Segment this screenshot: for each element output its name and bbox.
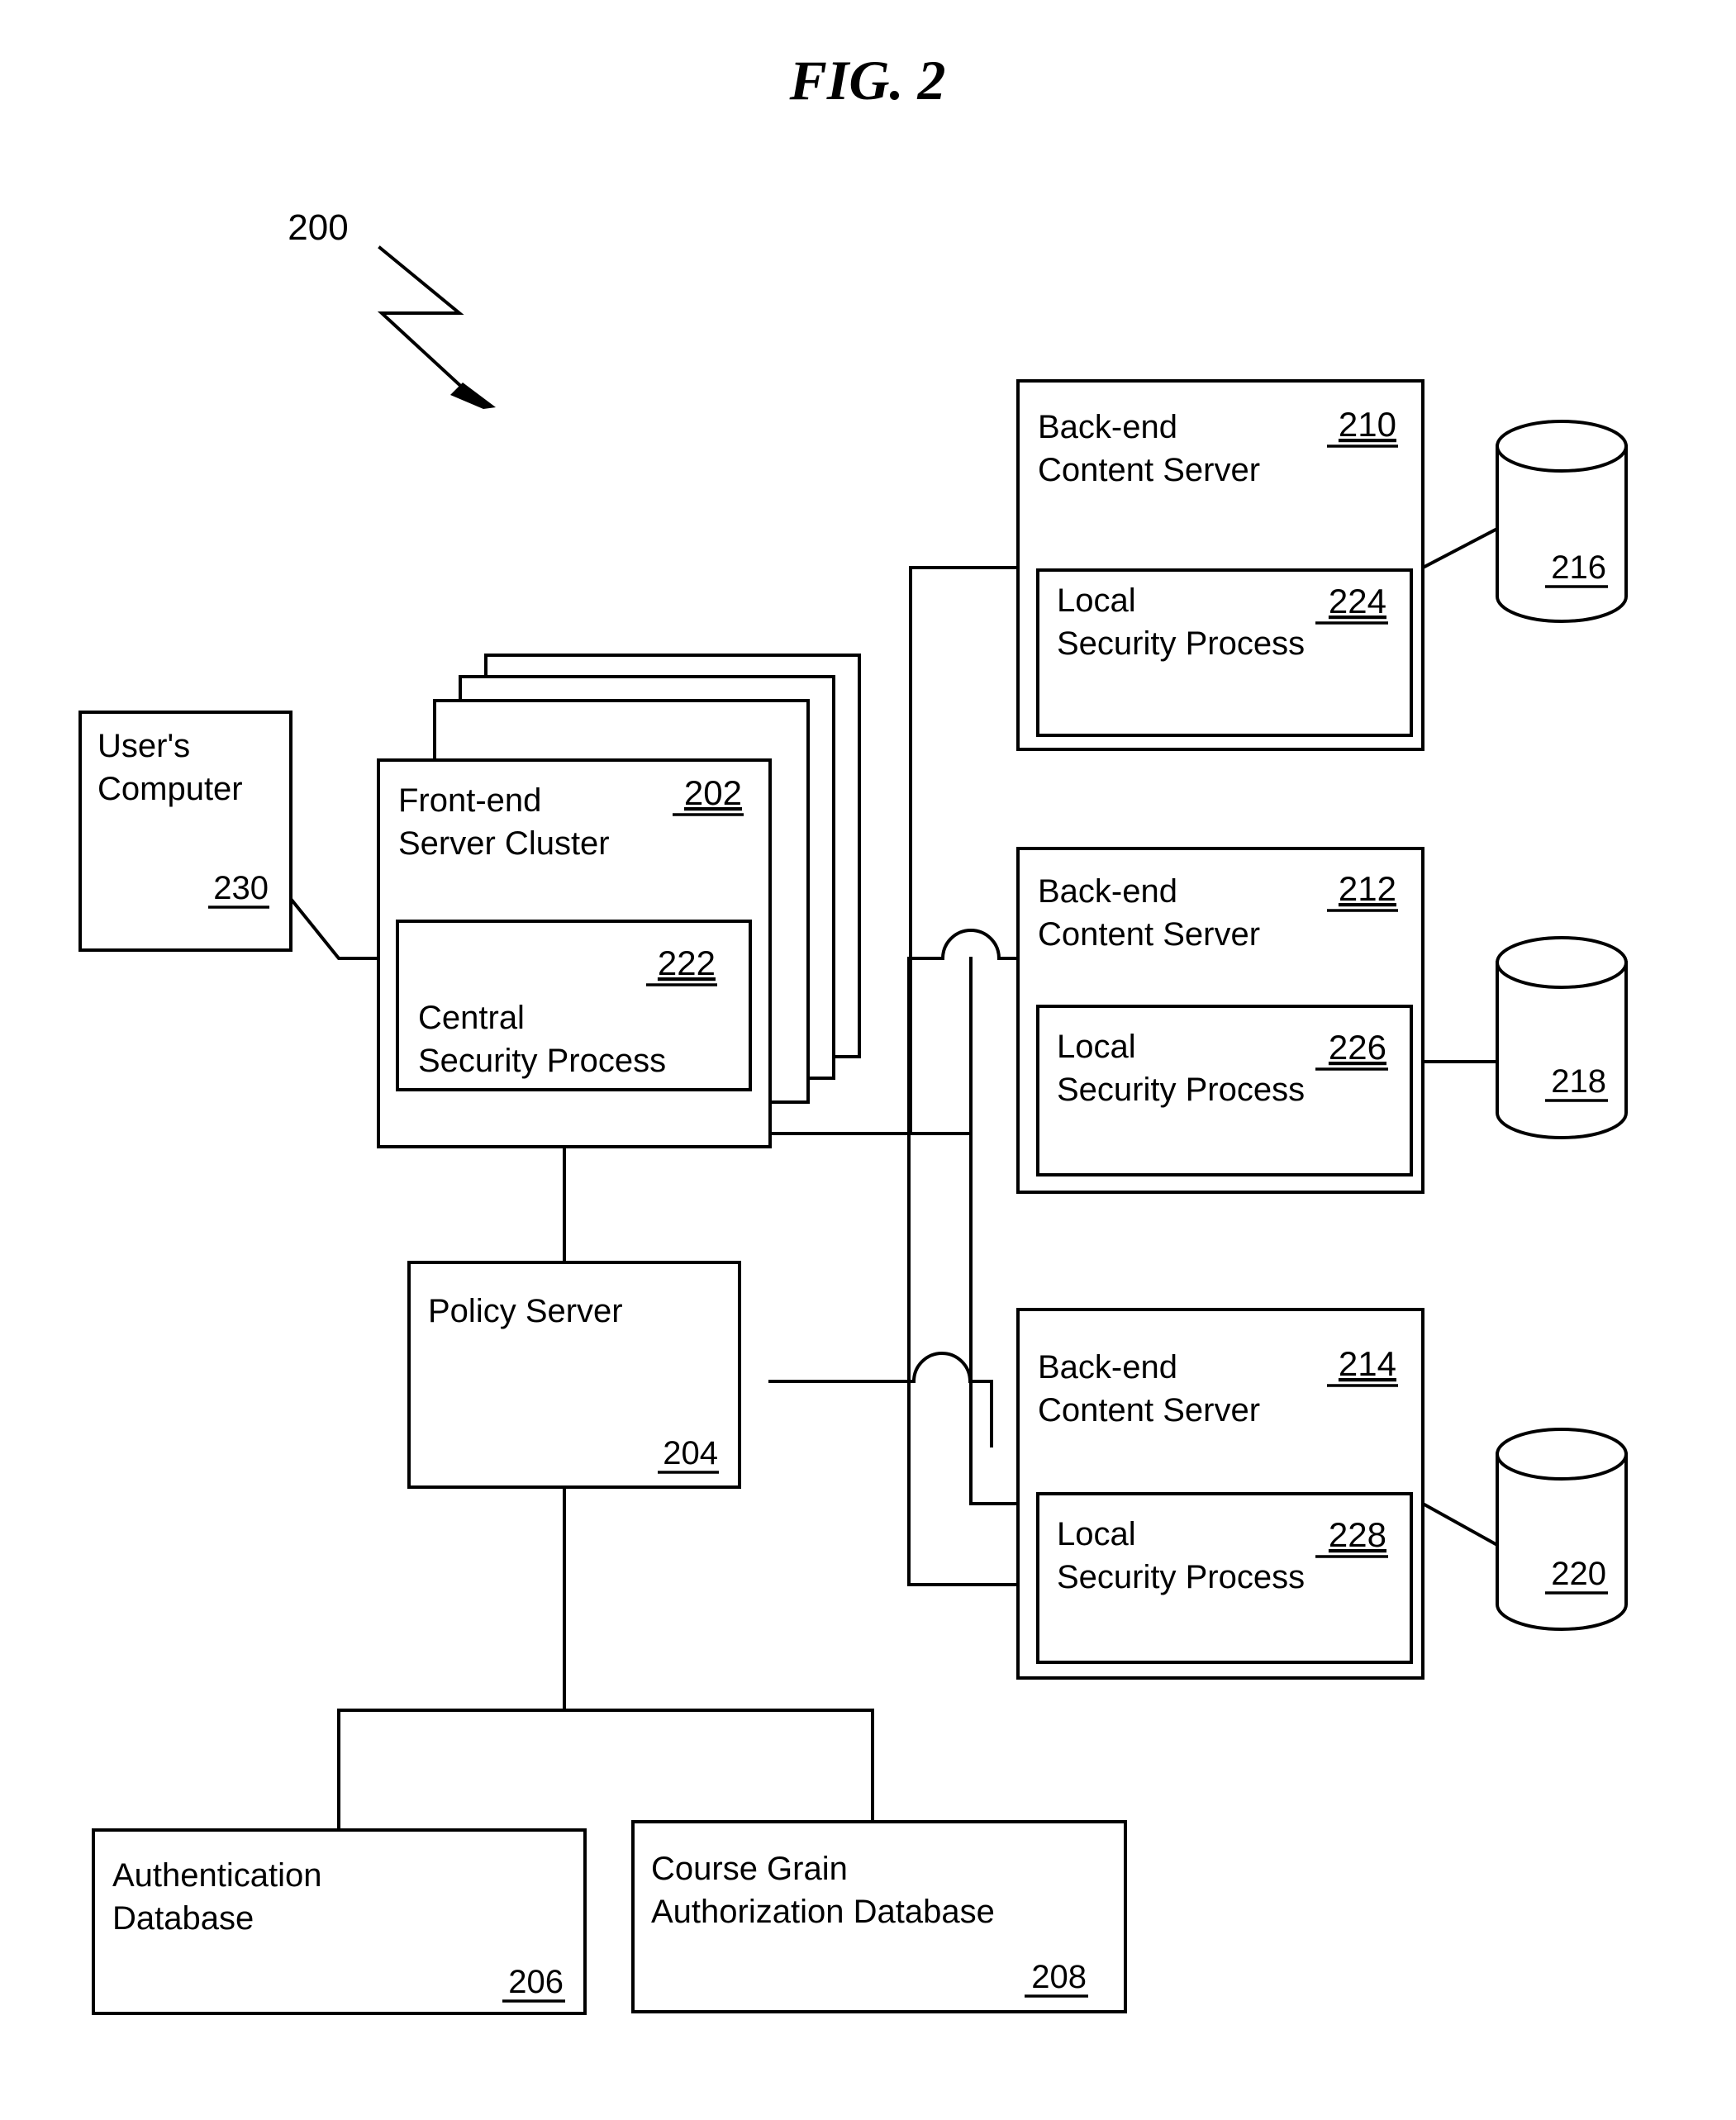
- backend-server-210-line1: Back-end: [1038, 409, 1177, 445]
- storage-216-ref: 216: [1551, 549, 1606, 586]
- authentication-database-line1: Authentication: [112, 1857, 322, 1894]
- local-security-process-228-line1: Local: [1057, 1516, 1136, 1552]
- cluster-label-line2: Server Cluster: [398, 825, 610, 862]
- backend-server-210-ref: 210: [1339, 405, 1396, 444]
- patent-figure: FIG. 2 200 User's Computer 230 Front-end…: [0, 0, 1736, 2120]
- users-computer-label-line2: Computer: [98, 771, 243, 807]
- system-lead-zigzag: [377, 245, 480, 404]
- link-user-to-cluster: [288, 896, 380, 960]
- local-security-process-224-line2: Security Process: [1057, 625, 1305, 662]
- link-server-214-to-storage-220: [1420, 1501, 1500, 1547]
- users-computer-ref: 230: [213, 870, 269, 906]
- backend-server-212-line2: Content Server: [1038, 916, 1260, 953]
- course-grain-authorization-database-ref: 208: [1031, 1959, 1087, 1995]
- link-policy-to-auth-db: [337, 1485, 566, 1832]
- course-grain-authorization-database-line1: Course Grain: [651, 1851, 848, 1887]
- link-policy-to-authz-db: [563, 1709, 874, 1823]
- storage-218-top: [1496, 936, 1628, 989]
- storage-cylinder-220[interactable]: 220: [1496, 1428, 1628, 1631]
- backend-server-214-ref: 214: [1339, 1344, 1396, 1383]
- figure-title: FIG. 2: [789, 49, 946, 112]
- link-server-210-to-storage-216: [1420, 526, 1500, 570]
- local-security-process-226-line2: Security Process: [1057, 1072, 1305, 1108]
- node-backend-content-server-212[interactable]: Back-end Content Server 212 Local 226 Se…: [1016, 847, 1424, 1194]
- node-front-end-server-cluster[interactable]: Front-end Server Cluster 202 222 Central…: [377, 654, 861, 1148]
- line-hop-arc-upper: [940, 929, 1001, 961]
- link-server-212-branch-lower: [907, 957, 1020, 1586]
- storage-216-top: [1496, 420, 1628, 473]
- storage-cylinder-218[interactable]: 218: [1496, 936, 1628, 1139]
- local-security-process-226-line1: Local: [1057, 1029, 1136, 1065]
- node-authentication-database[interactable]: Authentication Database 206: [92, 1828, 587, 2015]
- central-security-process-line1: Central: [418, 1000, 525, 1036]
- system-ref-label: 200: [288, 207, 348, 248]
- storage-220-ref: 220: [1551, 1556, 1606, 1592]
- local-security-process-228-line2: Security Process: [1057, 1559, 1305, 1595]
- users-computer-label-line1: User's: [98, 728, 190, 764]
- central-security-process-line2: Security Process: [418, 1043, 666, 1079]
- policy-server-ref: 204: [663, 1435, 718, 1471]
- authentication-database-ref: 206: [508, 1964, 564, 2000]
- node-course-grain-authorization-database[interactable]: Course Grain Authorization Database 208: [631, 1820, 1127, 2013]
- local-security-process-226-ref: 226: [1329, 1028, 1386, 1067]
- node-backend-content-server-214[interactable]: Back-end Content Server 214 Local 228 Se…: [1016, 1308, 1424, 1680]
- line-hop-arc-lower: [911, 1352, 973, 1384]
- cluster-ref: 202: [684, 773, 742, 812]
- course-grain-authorization-database-line2: Authorization Database: [651, 1894, 995, 1930]
- backend-server-214-line2: Content Server: [1038, 1392, 1260, 1428]
- backend-server-214-line1: Back-end: [1038, 1349, 1177, 1386]
- link-policy-to-server-214-right: [968, 1380, 993, 1447]
- link-trunk-to-server-214: [969, 957, 1020, 1505]
- node-users-computer[interactable]: User's Computer 230: [78, 711, 293, 952]
- local-security-process-224-line1: Local: [1057, 582, 1136, 619]
- backend-server-210-line2: Content Server: [1038, 452, 1260, 488]
- storage-220-top: [1496, 1428, 1628, 1481]
- backend-server-212-ref: 212: [1339, 869, 1396, 908]
- local-security-process-224-ref: 224: [1329, 582, 1386, 620]
- policy-server-label: Policy Server: [428, 1293, 623, 1329]
- authentication-database-line2: Database: [112, 1900, 254, 1937]
- node-backend-content-server-210[interactable]: Back-end Content Server 210 Local 224 Se…: [1016, 379, 1424, 751]
- system-lead-arrowhead: [450, 383, 496, 409]
- node-policy-server[interactable]: Policy Server 204: [407, 1261, 741, 1489]
- central-security-process-ref: 222: [658, 944, 716, 982]
- backend-server-212-line1: Back-end: [1038, 873, 1177, 910]
- local-security-process-228-ref: 228: [1329, 1515, 1386, 1554]
- cluster-label-line1: Front-end: [398, 782, 541, 819]
- storage-cylinder-216[interactable]: 216: [1496, 420, 1628, 623]
- storage-218-ref: 218: [1551, 1063, 1606, 1100]
- figure-2-diagram: FIG. 2 200 User's Computer 230 Front-end…: [78, 49, 1628, 2015]
